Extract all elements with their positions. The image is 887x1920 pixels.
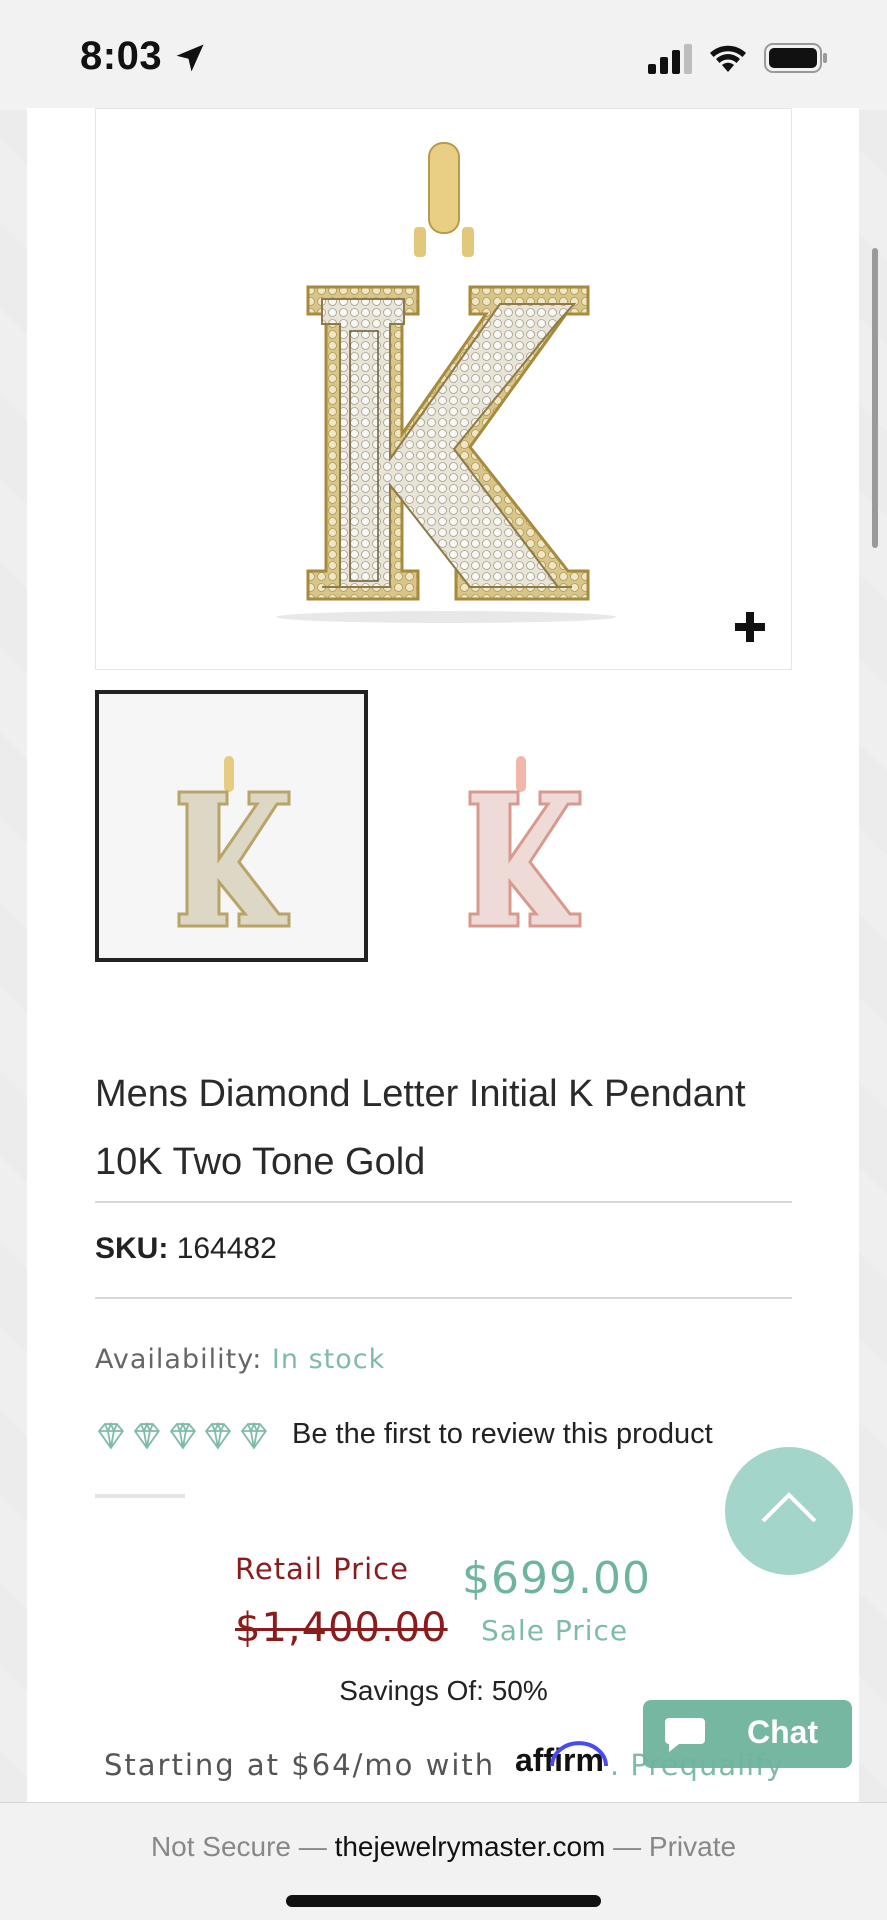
product-title: Mens Diamond Letter Initial K Pendant 10… [95, 1060, 795, 1196]
financing-text: Starting at $64/mo with [104, 1748, 496, 1782]
chevron-up-icon [761, 1492, 817, 1523]
home-indicator[interactable] [286, 1895, 601, 1907]
private-status: — Private [605, 1831, 737, 1862]
site-domain: thejewelrymaster.com [334, 1831, 606, 1862]
retail-price: $1,400.00 [235, 1605, 448, 1651]
scroll-to-top-button[interactable] [725, 1447, 853, 1575]
diamond-rating-icon [169, 1421, 196, 1450]
affirm-arc-icon [550, 1741, 608, 1767]
pendant-image [276, 142, 616, 623]
thumbnail-yellow-gold[interactable] [95, 690, 368, 962]
cellular-signal-icon [648, 44, 692, 74]
thumbnail-image [177, 756, 291, 928]
diamond-rating-icon [241, 1421, 268, 1450]
short-divider [95, 1494, 185, 1498]
diamond-rating-icon [97, 1421, 124, 1450]
location-arrow-icon [176, 44, 204, 72]
sku-row: SKU: 164482 [95, 1232, 277, 1266]
chat-label: Chat [747, 1714, 819, 1750]
battery-icon [764, 43, 827, 73]
browser-address-bar[interactable]: Not Secure — thejewelrymaster.com — Priv… [0, 1802, 887, 1920]
rating-stars[interactable] [95, 1420, 270, 1456]
address-text[interactable]: Not Secure — thejewelrymaster.com — Priv… [0, 1831, 887, 1863]
security-status: Not Secure — [150, 1831, 335, 1862]
sale-price: $699.00 [462, 1553, 651, 1604]
sku-value: 164482 [176, 1232, 277, 1265]
zoom-plus-icon[interactable] [733, 610, 767, 644]
sku-label: SKU: [95, 1232, 169, 1265]
availability-value: In stock [271, 1344, 386, 1375]
thumbnail-image [468, 756, 582, 928]
wifi-icon [710, 45, 746, 72]
thumbnail-rose-gold[interactable] [400, 690, 640, 962]
review-link[interactable]: Be the first to review this product [292, 1418, 713, 1451]
product-title-line1: Mens Diamond Letter Initial K Pendant [95, 1073, 746, 1115]
chat-bubble-icon [665, 1718, 705, 1752]
scrollbar[interactable] [872, 248, 878, 548]
status-time: 8:03 [80, 34, 163, 78]
diamond-rating-icon [205, 1421, 232, 1450]
status-bar: 8:03 [0, 0, 887, 110]
sale-price-label: Sale Price [481, 1614, 629, 1647]
divider [95, 1297, 792, 1299]
diamond-rating-icon [133, 1421, 160, 1450]
product-title-line2: 10K Two Tone Gold [95, 1141, 426, 1183]
availability-row: Availability: In stock [95, 1344, 385, 1375]
main-product-image[interactable] [95, 108, 792, 670]
divider [95, 1201, 792, 1203]
retail-price-label: Retail Price [235, 1552, 409, 1586]
chat-button[interactable]: Chat [643, 1700, 852, 1768]
availability-label: Availability: [95, 1344, 263, 1375]
